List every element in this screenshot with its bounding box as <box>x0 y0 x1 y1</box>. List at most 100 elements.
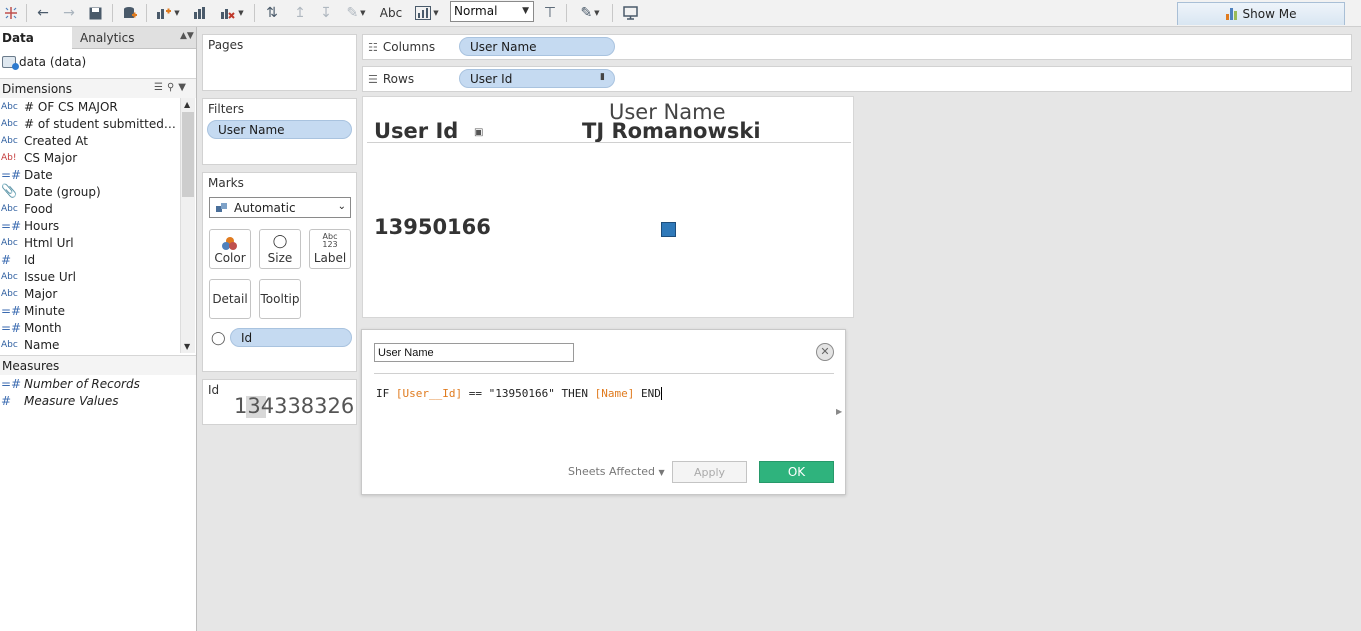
dimensions-scrollbar[interactable]: ▲ ▼ <box>180 98 195 353</box>
calculation-name-input[interactable] <box>374 343 574 362</box>
color-button[interactable]: Color <box>209 229 251 269</box>
field-item[interactable]: 📎 Date (group) <box>0 183 180 200</box>
row-header-title: User Id <box>374 119 459 143</box>
search-icon[interactable]: ⚲ <box>167 82 178 93</box>
apply-button[interactable]: Apply <box>672 461 747 483</box>
rows-icon: ☰ <box>368 72 378 86</box>
size-button[interactable]: ◯ Size <box>259 229 301 269</box>
new-datasource-icon[interactable] <box>120 3 140 23</box>
id-card-value[interactable]: 134338326 <box>234 394 354 418</box>
filter-pill-user-name[interactable]: User Name <box>207 120 352 139</box>
undo-icon[interactable]: ← <box>34 3 52 23</box>
data-mark-square[interactable] <box>661 222 676 237</box>
annotate-icon[interactable]: ✎ ▼ <box>574 3 606 23</box>
ok-button[interactable]: OK <box>759 461 834 483</box>
swap-rows-columns-icon[interactable]: ⇅ <box>262 3 282 23</box>
sort-indicator-icon[interactable]: ▮ <box>600 72 605 82</box>
highlight-icon[interactable]: ✎ ▼ <box>340 3 372 23</box>
field-item[interactable]: Abc # OF CS MAJOR <box>0 98 180 115</box>
toolbar-separator <box>566 4 567 22</box>
string-type-icon: Abc <box>1 288 18 299</box>
tab-analytics[interactable]: Analytics <box>80 27 135 49</box>
field-item[interactable]: Abc# of student submitted aft... <box>0 115 180 132</box>
id-card[interactable]: Id 134338326 <box>202 379 357 425</box>
show-mark-labels-button[interactable]: Abc <box>378 3 404 23</box>
toolbar-separator <box>254 4 255 22</box>
row-header-value[interactable]: 13950166 <box>374 215 491 239</box>
text-cursor <box>660 387 662 400</box>
number-type-icon: # <box>1 252 12 267</box>
datasource-item[interactable]: data (data) <box>2 55 86 70</box>
marks-card: Marks Automatic ⌄ Color ◯ Size Abc 123 La… <box>202 172 357 372</box>
presentation-mode-icon[interactable] <box>620 3 640 23</box>
formula-editor[interactable]: IF [User__Id] == "13950166" THEN [Name] … <box>376 387 662 400</box>
scrollbar-thumb[interactable] <box>182 112 194 197</box>
number-type-icon: =# <box>1 320 22 335</box>
columns-shelf[interactable]: ☷ Columns User Name <box>362 34 1352 60</box>
rows-label: Rows <box>382 72 415 86</box>
dimensions-header: Dimensions ☰⚲▼ <box>0 78 196 98</box>
field-item[interactable]: Abc Issue Url <box>0 268 180 285</box>
id-card-label: Id <box>208 383 220 397</box>
number-type-icon: =# <box>1 303 22 318</box>
sheets-affected-dropdown[interactable]: Sheets Affected ▼ <box>568 465 665 478</box>
save-icon[interactable] <box>86 3 104 23</box>
field-item[interactable]: =# Month <box>0 319 180 336</box>
sort-indicator-icon[interactable]: ▣ <box>474 127 483 138</box>
toolbar-separator <box>612 4 613 22</box>
label-icon: Abc 123 <box>322 232 338 249</box>
field-item[interactable]: =# Number of Records <box>0 375 196 392</box>
rows-shelf[interactable]: ☰ Rows User Id ▮ <box>362 66 1352 92</box>
detail-marks-icon: ◯ <box>211 331 226 346</box>
dimensions-tools[interactable]: ☰⚲▼ <box>154 82 190 93</box>
field-item[interactable]: Abc Created At <box>0 132 180 149</box>
clear-sheet-icon[interactable]: ▼ <box>216 3 248 23</box>
scroll-down-icon[interactable]: ▼ <box>184 342 190 351</box>
view-format-icon[interactable]: ▼ <box>410 3 444 23</box>
label-button[interactable]: Abc 123 Label <box>309 229 351 269</box>
field-item[interactable]: Ab! CS Major <box>0 149 180 166</box>
column-header-value[interactable]: TJ Romanowski <box>582 119 761 143</box>
menu-dropdown-icon[interactable]: ▼ <box>178 82 190 93</box>
dimensions-list: Abc # OF CS MAJOR Abc # of student submitt… <box>0 98 180 353</box>
pane-menu-icon[interactable]: ▲▼ <box>180 31 194 41</box>
field-item[interactable]: Abc Html Url <box>0 234 180 251</box>
sort-descending-icon[interactable]: ↧ <box>316 3 336 23</box>
toolbar-separator <box>26 4 27 22</box>
field-item[interactable]: Abc Major <box>0 285 180 302</box>
field-item[interactable]: # Id <box>0 251 180 268</box>
field-item[interactable]: =# Date <box>0 166 180 183</box>
new-worksheet-icon[interactable]: ▼ <box>152 3 184 23</box>
field-item[interactable]: =# Hours <box>0 217 180 234</box>
tab-data[interactable]: Data <box>0 27 72 49</box>
tooltip-button[interactable]: Tooltip <box>259 279 301 319</box>
string-type-icon: Abc <box>1 203 18 214</box>
rows-pill-user-id[interactable]: User Id ▮ <box>459 69 615 88</box>
string-type-icon: Abc <box>1 237 18 248</box>
tableau-logo-icon[interactable] <box>2 3 20 23</box>
fit-select[interactable]: Normal ▼ <box>450 1 534 22</box>
sort-ascending-icon[interactable]: ↥ <box>290 3 310 23</box>
close-icon[interactable]: ✕ <box>816 343 834 361</box>
field-item[interactable]: =# Minute <box>0 302 180 319</box>
pages-card[interactable]: Pages <box>202 34 357 91</box>
field-item[interactable]: Abc Food <box>0 200 180 217</box>
mark-pill-id[interactable]: Id <box>230 328 352 347</box>
show-me-button[interactable]: Show Me <box>1177 2 1345 25</box>
field-item[interactable]: Abc Name <box>0 336 180 353</box>
mark-type-select[interactable]: Automatic ⌄ <box>209 197 351 218</box>
filters-label: Filters <box>208 102 244 116</box>
worksheet-view[interactable]: User Name TJ Romanowski User Id ▣ 139501… <box>362 96 854 318</box>
fix-axes-icon[interactable]: ⊤ <box>540 3 560 23</box>
dimensions-label: Dimensions <box>2 82 73 96</box>
view-list-icon[interactable]: ☰ <box>154 82 167 93</box>
field-item[interactable]: # Measure Values <box>0 392 196 409</box>
expand-panel-icon[interactable]: ▶ <box>836 407 842 416</box>
columns-pill-user-name[interactable]: User Name <box>459 37 615 56</box>
duplicate-sheet-icon[interactable] <box>190 3 212 23</box>
filters-card[interactable]: Filters User Name <box>202 98 357 165</box>
redo-icon[interactable]: → <box>60 3 78 23</box>
data-pane-tabs: Data Analytics ▲▼ <box>0 27 196 49</box>
detail-button[interactable]: Detail <box>209 279 251 319</box>
scroll-up-icon[interactable]: ▲ <box>184 100 190 109</box>
